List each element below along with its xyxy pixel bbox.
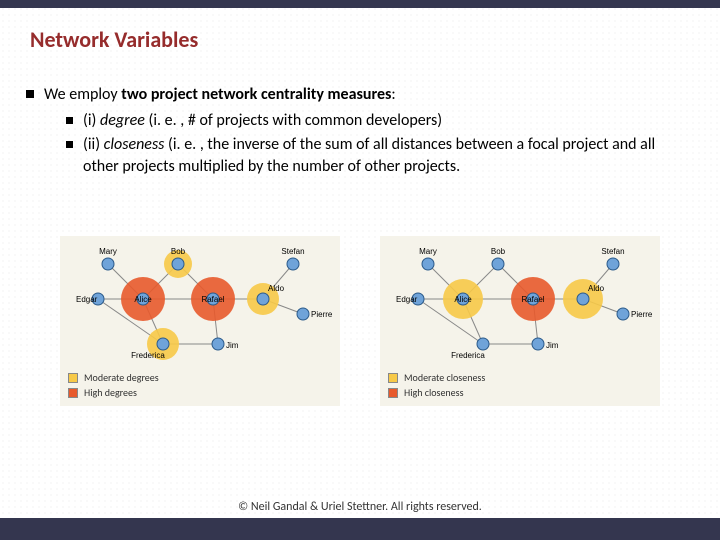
- text: :: [391, 85, 395, 104]
- node-label: Jim: [226, 341, 239, 350]
- bullet-square-icon: [26, 90, 34, 98]
- diagrams-row: Mary Bob Stefan Edgar Alice Rafael Aldo …: [0, 236, 720, 406]
- text-italic: degree: [100, 111, 145, 130]
- node-label: Bob: [171, 247, 186, 256]
- text-italic: closeness: [104, 135, 165, 154]
- swatch-yellow-icon: [388, 373, 398, 383]
- legend-label: High closeness: [404, 385, 463, 400]
- legend-degrees: Moderate degrees High degrees: [68, 370, 332, 400]
- node-label: Aldo: [588, 284, 605, 293]
- legend-label: Moderate degrees: [84, 370, 159, 385]
- node-label: Rafael: [201, 295, 224, 304]
- text-bold: two project network centrality measures: [121, 85, 391, 104]
- bullet-square-icon: [66, 141, 73, 148]
- bullet-sub-2: (ii) closeness (i. e. , the inverse of t…: [66, 134, 694, 179]
- node-label: Pierre: [631, 310, 652, 319]
- text: (ii): [83, 135, 104, 154]
- legend-label: Moderate closeness: [404, 370, 485, 385]
- node-label: Bob: [491, 247, 506, 256]
- footer-text: © Neil Gandal & Uriel Stettner. All righ…: [0, 496, 720, 518]
- node-label: Mary: [99, 247, 117, 256]
- node-label: Stefan: [281, 247, 304, 256]
- text: (i): [83, 111, 100, 130]
- diagram-closeness: Mary Bob Stefan Edgar Alice Rafael Aldo …: [380, 236, 660, 406]
- text: (i. e. , # of projects with common devel…: [145, 111, 442, 130]
- text: We employ: [44, 85, 121, 104]
- bottom-border: [0, 518, 720, 540]
- node-label: Edgar: [396, 295, 418, 304]
- bullet-main: We employ two project network centrality…: [26, 84, 694, 106]
- node-label: Rafael: [521, 295, 544, 304]
- content-area: We employ two project network centrality…: [26, 84, 694, 181]
- node-label: Frederica: [131, 351, 165, 360]
- top-border: [0, 0, 720, 8]
- node-label: Frederica: [451, 351, 485, 360]
- diagram-degrees: Mary Bob Stefan Edgar Alice Rafael Aldo …: [60, 236, 340, 406]
- node-label: Jim: [546, 341, 559, 350]
- slide-title: Network Variables: [30, 26, 198, 53]
- bullet-square-icon: [66, 117, 73, 124]
- swatch-red-icon: [388, 388, 398, 398]
- legend-label: High degrees: [84, 385, 137, 400]
- legend-closeness: Moderate closeness High closeness: [388, 370, 652, 400]
- node-label: Alice: [134, 295, 152, 304]
- node-label: Edgar: [76, 295, 98, 304]
- text: (i. e. , the inverse of the sum of all d…: [83, 135, 655, 176]
- node-label: Mary: [419, 247, 437, 256]
- swatch-red-icon: [68, 388, 78, 398]
- node-label: Pierre: [311, 310, 332, 319]
- node-label: Aldo: [268, 284, 285, 293]
- bullet-sub-1: (i) degree (i. e. , # of projects with c…: [66, 110, 694, 132]
- node-label: Stefan: [601, 247, 624, 256]
- swatch-yellow-icon: [68, 373, 78, 383]
- node-label: Alice: [454, 295, 472, 304]
